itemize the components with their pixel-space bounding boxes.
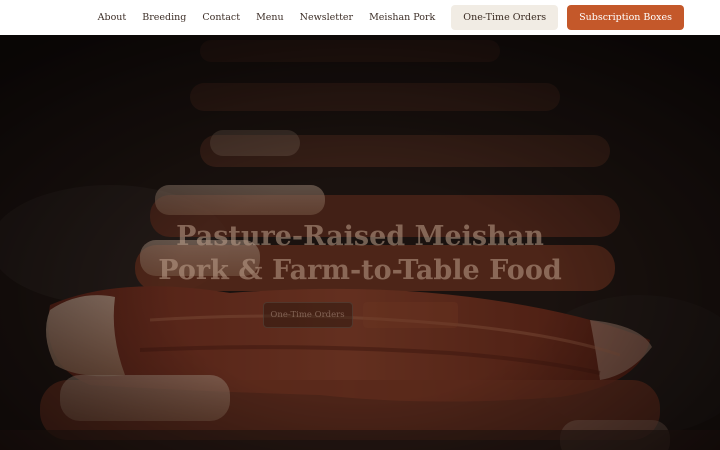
hero-buttons: One-Time Orders — [0, 302, 720, 328]
hero-one-time-orders-button[interactable]: One-Time Orders — [262, 302, 353, 328]
hero-secondary-button[interactable] — [362, 302, 458, 328]
nav-link-breeding[interactable]: Breeding — [142, 12, 186, 23]
page: About Breeding Contact Menu Newsletter M… — [0, 0, 720, 450]
site-header: About Breeding Contact Menu Newsletter M… — [0, 0, 720, 35]
nav-link-newsletter[interactable]: Newsletter — [300, 12, 353, 23]
hero-title: Pasture-Raised Meishan Pork & Farm-to-Ta… — [158, 221, 562, 286]
subscription-boxes-button[interactable]: Subscription Boxes — [567, 5, 684, 30]
nav-link-contact[interactable]: Contact — [202, 12, 240, 23]
nav-link-meishan-pork[interactable]: Meishan Pork — [369, 12, 435, 23]
main-nav: About Breeding Contact Menu Newsletter M… — [98, 12, 436, 23]
nav-link-about[interactable]: About — [98, 12, 127, 23]
hero-content: Pasture-Raised Meishan Pork & Farm-to-Ta… — [0, 220, 720, 328]
one-time-orders-button[interactable]: One-Time Orders — [451, 5, 559, 30]
hero-section: Pasture-Raised Meishan Pork & Farm-to-Ta… — [0, 35, 720, 450]
nav-link-menu[interactable]: Menu — [256, 12, 284, 23]
